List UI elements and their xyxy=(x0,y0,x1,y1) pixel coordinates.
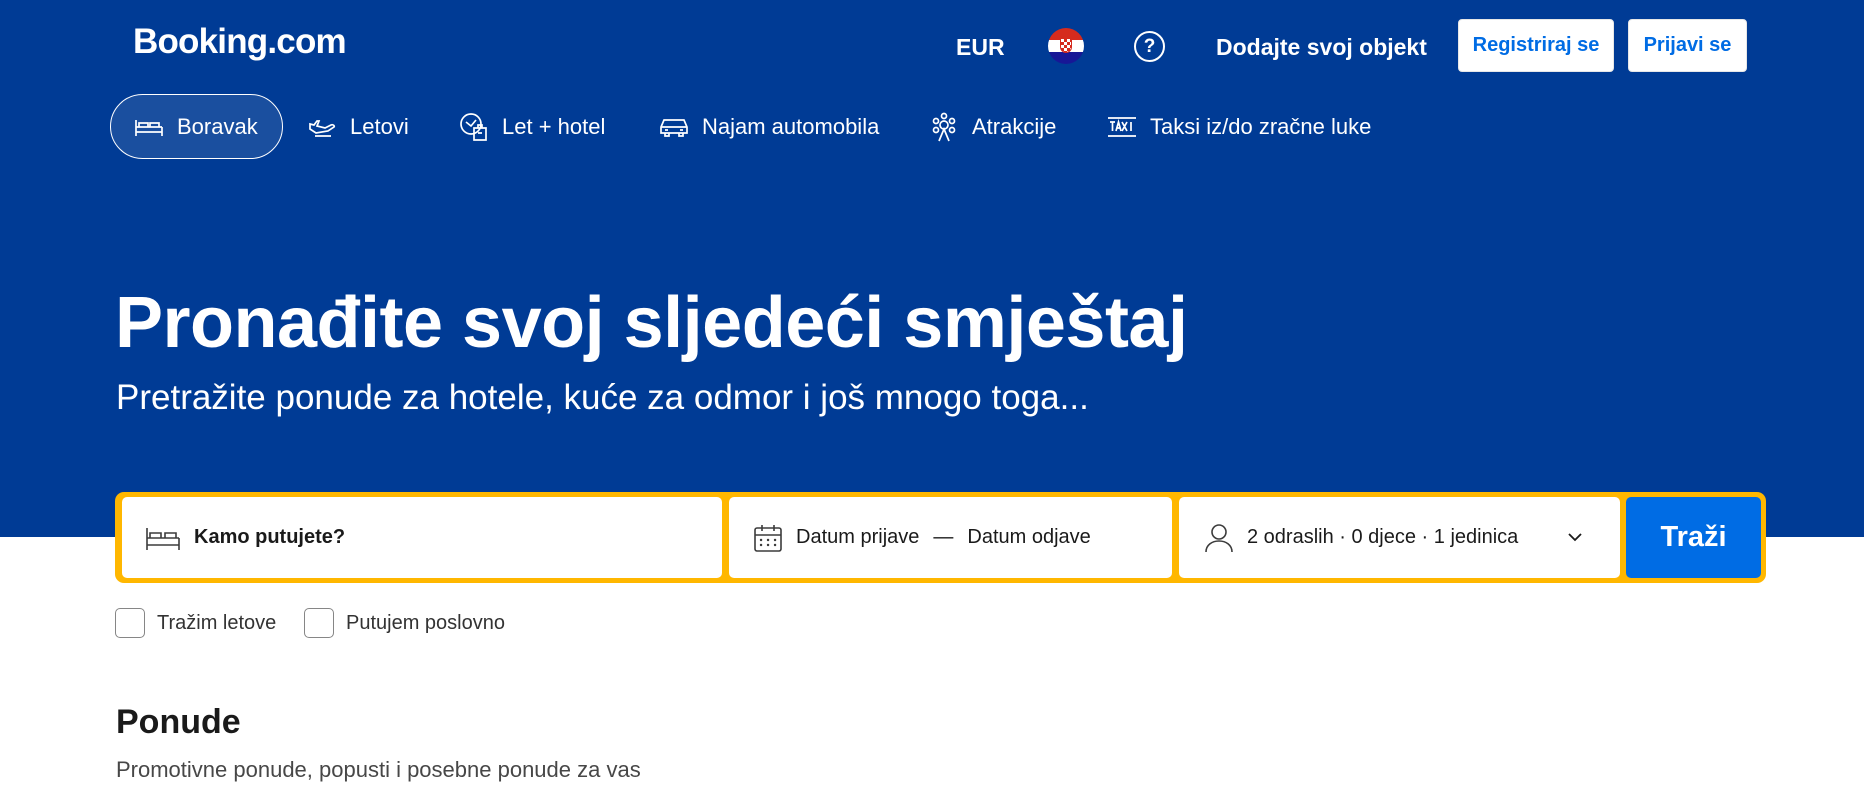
offers-subtitle: Promotivne ponude, popusti i posebne pon… xyxy=(116,757,641,782)
add-property-link[interactable]: Dodajte svoj objekt xyxy=(1216,34,1427,61)
tab-stays[interactable]: Boravak xyxy=(110,94,283,159)
search-button[interactable]: Traži xyxy=(1626,497,1761,578)
tab-label: Boravak xyxy=(177,113,258,139)
tab-label: Atrakcije xyxy=(972,113,1057,139)
page-title: Pronađite svoj sljedeći smještaj xyxy=(115,283,1188,363)
sign-in-button[interactable]: Prijavi se xyxy=(1628,19,1747,72)
tab-car-rental[interactable]: Najam automobila xyxy=(658,94,879,159)
date-separator: — xyxy=(933,526,954,548)
search-bar: Kamo putujete? Datum prijave — Datum odj… xyxy=(115,492,1766,583)
business-checkbox[interactable]: Putujem poslovno xyxy=(304,608,505,638)
offers-title: Ponude xyxy=(116,703,241,741)
bed-icon xyxy=(135,119,163,136)
guests-selector[interactable]: 2 odraslih · 0 djece · 1 jedinica xyxy=(1179,497,1620,578)
tab-label: Let + hotel xyxy=(502,113,606,139)
register-button[interactable]: Registriraj se xyxy=(1458,19,1614,72)
tab-label: Letovi xyxy=(350,113,409,139)
currency-selector[interactable]: EUR xyxy=(956,34,1005,61)
tab-airport-taxi[interactable]: Taksi iz/do zračne luke xyxy=(1106,94,1371,159)
tab-label: Najam automobila xyxy=(702,113,880,139)
question-mark-icon[interactable]: ? xyxy=(1134,31,1165,62)
taxi-icon xyxy=(1108,116,1136,137)
checkout-label: Datum odjave xyxy=(967,526,1091,548)
croatia-flag-icon[interactable] xyxy=(1048,28,1084,64)
person-icon xyxy=(1205,523,1233,552)
checkbox-label: Putujem poslovno xyxy=(346,611,505,634)
chevron-down-icon xyxy=(1568,533,1582,542)
bed-icon xyxy=(146,527,180,550)
destination-placeholder: Kamo putujete? xyxy=(194,526,346,548)
date-picker[interactable]: Datum prijave — Datum odjave xyxy=(729,497,1172,578)
car-icon xyxy=(660,118,688,137)
calendar-icon xyxy=(754,524,782,552)
tab-attractions[interactable]: Atrakcije xyxy=(928,94,1056,159)
guests-summary: 2 odraslih · 0 djece · 1 jedinica xyxy=(1247,526,1519,548)
plane-icon xyxy=(309,119,336,137)
tab-label: Taksi iz/do zračne luke xyxy=(1150,113,1372,139)
checkbox-box[interactable] xyxy=(304,608,334,638)
destination-input[interactable]: Kamo putujete? xyxy=(122,497,722,578)
tab-flight-hotel[interactable]: Let + hotel xyxy=(458,94,605,159)
checkbox-label: Tražim letove xyxy=(157,611,277,634)
page-subtitle: Pretražite ponude za hotele, kuće za odm… xyxy=(116,378,1089,417)
tab-flights[interactable]: Letovi xyxy=(306,94,409,159)
booking-logo[interactable]: Booking.com xyxy=(133,22,347,62)
checkbox-box[interactable] xyxy=(115,608,145,638)
flights-checkbox[interactable]: Tražim letove xyxy=(115,608,276,638)
flight-hotel-icon xyxy=(460,112,487,141)
checkin-label: Datum prijave xyxy=(796,526,920,548)
hero-banner: Booking.com EUR ? Dodajte svoj objekt Re… xyxy=(0,0,1864,537)
attractions-icon xyxy=(932,112,956,141)
